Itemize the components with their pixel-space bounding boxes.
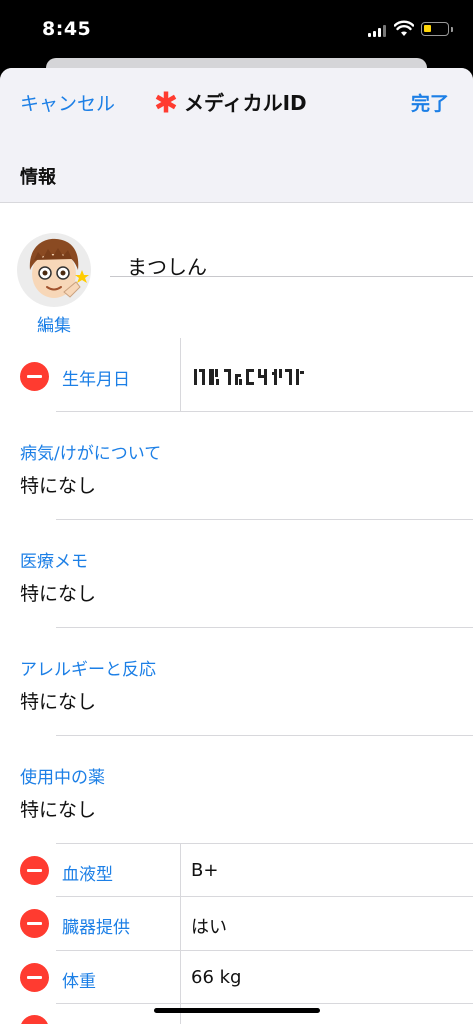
divider: [56, 627, 473, 628]
cellular-signal-icon: [368, 24, 388, 37]
birthday-label: 生年月日: [62, 370, 130, 390]
field-value-medications[interactable]: 特になし: [20, 795, 96, 822]
avatar[interactable]: [16, 232, 92, 308]
blood-type-label: 血液型: [62, 865, 113, 885]
divider: [56, 411, 473, 412]
field-label-medications: 使用中の薬: [20, 768, 105, 788]
status-bar: 8:45: [0, 0, 473, 60]
field-label-allergies: アレルギーと反応: [20, 660, 156, 680]
blood-type-value[interactable]: B+: [191, 860, 218, 881]
delete-next-row-button[interactable]: [20, 1015, 49, 1024]
divider: [56, 843, 473, 844]
divider: [56, 519, 473, 520]
field-value-conditions[interactable]: 特になし: [20, 471, 96, 498]
divider: [180, 843, 181, 1024]
medical-id-sheet: キャンセル メディカルID 完了 情報 編集 まつしん 生年月日 病気/けがにつ…: [0, 68, 473, 1024]
divider: [110, 276, 473, 277]
delete-organ-donor-button[interactable]: [20, 909, 49, 938]
divider: [56, 735, 473, 736]
edit-photo-button[interactable]: 編集: [37, 311, 71, 336]
battery-icon: [421, 22, 453, 36]
delete-weight-button[interactable]: [20, 963, 49, 992]
delete-blood-type-button[interactable]: [20, 856, 49, 885]
nav-title-group: メディカルID: [154, 87, 307, 116]
organ-donor-label: 臓器提供: [62, 918, 130, 938]
nav-bar: キャンセル メディカルID 完了 情報: [0, 68, 473, 203]
status-time: 8:45: [42, 18, 92, 40]
birthday-value-redacted[interactable]: [194, 366, 306, 388]
weight-label: 体重: [62, 972, 96, 992]
weight-value[interactable]: 66 kg: [191, 967, 241, 988]
field-value-allergies[interactable]: 特になし: [20, 687, 96, 714]
divider: [56, 1003, 473, 1004]
section-header: 情報: [20, 167, 56, 188]
divider: [56, 950, 473, 951]
field-value-medical-notes[interactable]: 特になし: [20, 579, 96, 606]
cancel-button[interactable]: キャンセル: [20, 89, 115, 116]
field-label-medical-notes: 医療メモ: [20, 552, 88, 572]
organ-donor-value[interactable]: はい: [191, 913, 227, 939]
divider: [180, 338, 181, 411]
medical-star-icon: [155, 91, 177, 112]
delete-birthday-button[interactable]: [20, 362, 49, 391]
wifi-icon: [394, 20, 414, 36]
home-indicator[interactable]: [154, 1008, 320, 1013]
divider: [56, 896, 473, 897]
field-label-conditions: 病気/けがについて: [20, 444, 162, 464]
done-button[interactable]: 完了: [411, 89, 449, 116]
page-title: メディカルID: [184, 91, 307, 115]
